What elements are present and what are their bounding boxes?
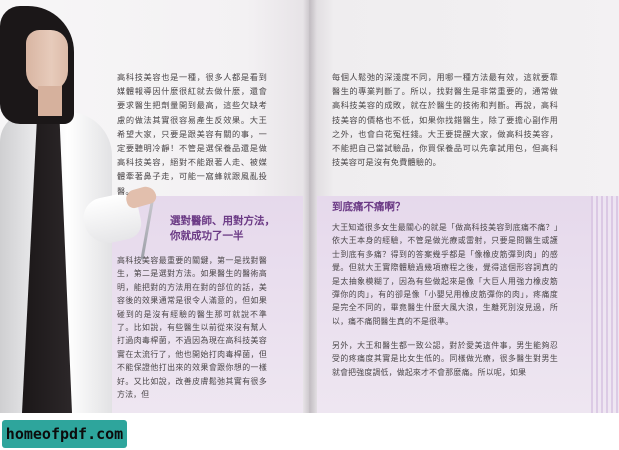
- right-paragraph-bottom-2: 另外，大王和醫生都一致公認，對於愛美這件事，男生能夠忍受的疼痛度其實是比女生低的…: [332, 341, 558, 377]
- right-paragraph-bottom-1: 大王知道很多女生最關心的就是「做高科技美容到底痛不痛？」依大王本身的經驗，不管是…: [332, 223, 558, 326]
- doctor-neck: [38, 86, 62, 116]
- left-heading-line2: 你就成功了一半: [170, 230, 244, 242]
- left-paragraph-bottom: 高科技美容最重要的關鍵，第一是找對醫生，第二是選對方法。如果醫生的醫術高明，能把…: [117, 256, 267, 400]
- doctor-face: [26, 30, 68, 92]
- left-heading-line1: 選對醫師、用對方法，: [170, 215, 275, 227]
- site-watermark-badge[interactable]: homeofpdf.com: [2, 420, 127, 448]
- book-gutter: [303, 0, 317, 413]
- left-paragraph-top: 高科技美容也是一種，很多人都是看到媒體報導因什麼很紅就去做什麼，還會要求醫生把劑…: [117, 72, 267, 196]
- right-heading: 到底痛不痛啊？: [332, 201, 406, 213]
- decorative-stripes: [591, 196, 619, 413]
- right-paragraph-top: 每個人鬆弛的深淺度不同，用哪一種方法最有效，這就要靠醫生的專業判斷了。所以，找對…: [332, 72, 558, 168]
- book-spread: 高科技美容也是一種，很多人都是看到媒體報導因什麼很紅就去做什麼，還會要求醫生把劑…: [0, 0, 619, 413]
